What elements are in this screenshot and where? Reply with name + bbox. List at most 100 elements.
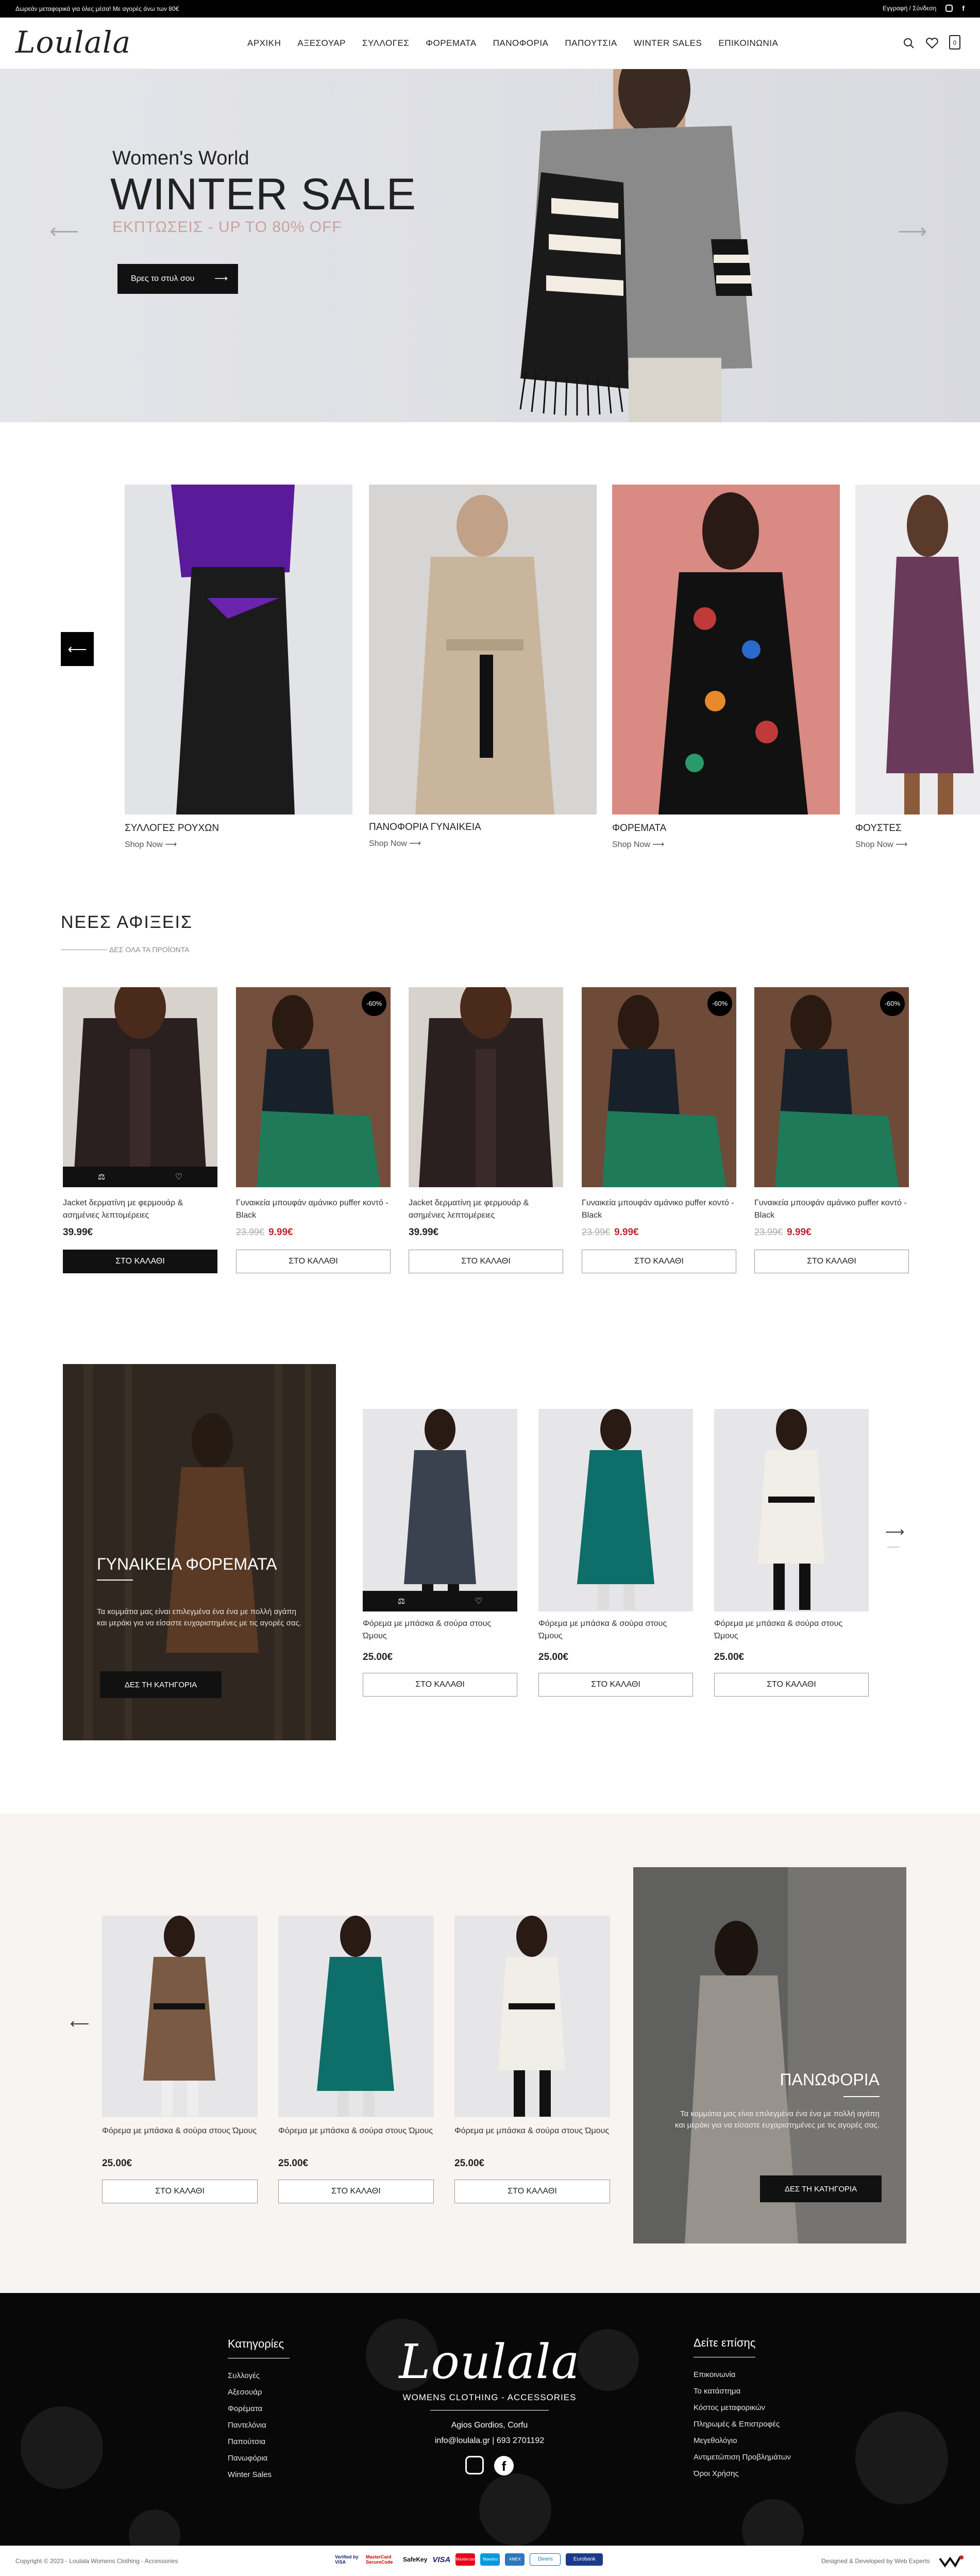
nav-shoes[interactable]: ΠΑΠΟΥΤΣΙΑ <box>565 38 617 48</box>
hero-cta-button[interactable]: Βρες το στυλ σου ⟶ <box>117 264 238 294</box>
dresses-next-arrow[interactable]: ⟶ <box>885 1524 904 1540</box>
add-to-cart-button[interactable]: ΣΤΟ ΚΑΛΑΘΙ <box>754 1250 909 1273</box>
instagram-icon[interactable] <box>945 5 953 12</box>
instagram-icon[interactable] <box>465 2456 484 2474</box>
nav-contact[interactable]: ΕΠΙΚΟΙΝΩΝΙΑ <box>718 38 778 48</box>
category-label-coats[interactable]: ΠΑΝΟΦΟΡΙΑ ΓΥΝΑΙΚΕΙΑ <box>369 822 481 833</box>
add-to-cart-button[interactable]: ΣΤΟ ΚΑΛΑΘΙ <box>102 2180 258 2203</box>
footer-link[interactable]: Φορέματα <box>228 2401 290 2417</box>
category-image-skirts[interactable] <box>855 485 980 815</box>
footer-link[interactable]: Αξεσουάρ <box>228 2384 290 2401</box>
nav-coats[interactable]: ΠΑΝΟΦΟΡΙΑ <box>493 38 549 48</box>
product-image[interactable] <box>538 1409 693 1611</box>
footer-link[interactable]: Κόστος μεταφορικών <box>694 2400 791 2416</box>
category-prev-arrow[interactable]: ⟵ <box>61 632 94 666</box>
coats-prev-arrow[interactable]: ⟵ <box>70 2016 89 2032</box>
category-image-collections[interactable] <box>125 485 352 815</box>
compare-icon[interactable]: ⚖ <box>63 1167 140 1187</box>
product-name[interactable]: Jacket δερματίνη με φερμουάρ & ασημένιες… <box>63 1197 217 1222</box>
footer-link[interactable]: Επικοινωνία <box>694 2367 791 2383</box>
product-price: 25.00€ <box>538 1652 569 1663</box>
nav-collections[interactable]: ΣΥΛΛΟΓΕΣ <box>362 38 409 48</box>
carousel-indicator <box>887 1547 900 1548</box>
see-all-products-link[interactable]: ΔΕΣ ΟΛΑ ΤΑ ΠΡΟΪΟΝΤΑ <box>109 945 189 954</box>
compare-icon[interactable]: ⚖ <box>363 1591 440 1611</box>
developer-logo-icon[interactable] <box>939 2553 965 2569</box>
category-image-coats[interactable] <box>369 485 597 815</box>
site-footer: Κατηγορίες Συλλογές Αξεσουάρ Φορέματα Πα… <box>0 2293 980 2576</box>
hero-prev-arrow[interactable]: ⟵ <box>49 220 79 243</box>
category-image-dresses[interactable] <box>612 485 840 815</box>
coats-promo-title: ΠΑΝΩΦΟΡΙΑ <box>780 2070 880 2089</box>
facebook-icon[interactable]: f <box>494 2456 514 2475</box>
view-category-button[interactable]: ΔΕΣ ΤΗ ΚΑΤΗΓΟΡΙΑ <box>760 2175 882 2202</box>
shop-now-link[interactable]: Shop Now ⟶ <box>125 839 177 850</box>
product-name[interactable]: Φόρεμα με μπάσκα & σούρα στους Ώμους <box>278 2125 434 2137</box>
footer-link[interactable]: Όροι Χρήσης <box>694 2466 791 2482</box>
category-label-skirts[interactable]: ΦΟΥΣΤΕΣ <box>855 823 902 834</box>
product-name[interactable]: Jacket δερματίνη με φερμουάρ & ασημένιες… <box>409 1197 563 1222</box>
product-name[interactable]: Φόρεμα με μπάσκα & σούρα στους Ώμους <box>538 1618 693 1642</box>
account-link[interactable]: Εγγραφή / Σύνδεση <box>883 5 936 12</box>
footer-link[interactable]: Μεγεθολόγιο <box>694 2433 791 2449</box>
footer-link[interactable]: Winter Sales <box>228 2467 290 2483</box>
product-image[interactable]: ⚖ ♡ <box>363 1409 517 1611</box>
footer-logo[interactable]: Loulala <box>361 2334 618 2389</box>
nav-dresses[interactable]: ΦΟΡΕΜΑΤΑ <box>426 38 476 48</box>
product-image[interactable]: ⚖ ♡ <box>63 987 217 1187</box>
footer-link[interactable]: Πληρωμές & Επιστροφές <box>694 2416 791 2433</box>
add-to-cart-button[interactable]: ΣΤΟ ΚΑΛΑΘΙ <box>582 1250 736 1273</box>
product-image[interactable]: -60% <box>582 987 736 1187</box>
shop-now-link[interactable]: Shop Now ⟶ <box>369 838 421 849</box>
product-image[interactable] <box>454 1916 610 2117</box>
heart-icon[interactable] <box>925 37 939 49</box>
product-price: 25.00€ <box>102 2158 132 2169</box>
product-image[interactable] <box>278 1916 434 2117</box>
cart-icon[interactable]: 0 <box>949 35 960 49</box>
product-name[interactable]: Φόρεμα με μπάσκα & σούρα στους Ώμους <box>102 2125 258 2137</box>
add-to-cart-button[interactable]: ΣΤΟ ΚΑΛΑΘΙ <box>363 1673 517 1697</box>
product-name[interactable]: Φόρεμα με μπάσκα & σούρα στους Ώμους <box>363 1618 517 1642</box>
site-logo[interactable]: Loulala <box>15 25 131 60</box>
category-label-dresses[interactable]: ΦΟΡΕΜΑΤΑ <box>612 823 666 834</box>
footer-link[interactable]: Πανωφόρια <box>228 2450 290 2467</box>
shop-now-link[interactable]: Shop Now ⟶ <box>855 839 907 850</box>
footer-link[interactable]: Το κατάστημα <box>694 2383 791 2400</box>
nav-accessories[interactable]: ΑΞΕΣΟΥΑΡ <box>297 38 346 48</box>
product-image[interactable]: -60% <box>754 987 909 1187</box>
developer-credit[interactable]: Designed & Developed by Web Experts <box>821 2557 930 2565</box>
add-to-cart-button[interactable]: ΣΤΟ ΚΑΛΑΘΙ <box>714 1673 869 1697</box>
add-to-cart-button[interactable]: ΣΤΟ ΚΑΛΑΘΙ <box>538 1673 693 1697</box>
product-name[interactable]: Φόρεμα με μπάσκα & σούρα στους Ώμους <box>714 1618 869 1642</box>
product-name[interactable]: Γυναικεία μπουφάν αμάνικο puffer κοντό -… <box>754 1197 909 1222</box>
product-image[interactable]: -60% <box>236 987 391 1187</box>
heart-icon[interactable]: ♡ <box>140 1167 217 1187</box>
shop-now-link[interactable]: Shop Now ⟶ <box>612 839 664 850</box>
add-to-cart-button[interactable]: ΣΤΟ ΚΑΛΑΘΙ <box>278 2180 434 2203</box>
product-image[interactable] <box>714 1409 869 1611</box>
heart-icon[interactable]: ♡ <box>440 1591 517 1611</box>
footer-link[interactable]: Παπούτσια <box>228 2434 290 2450</box>
arrow-right-icon: ⟶ <box>165 840 177 849</box>
add-to-cart-button[interactable]: ΣΤΟ ΚΑΛΑΘΙ <box>236 1250 391 1273</box>
product-image[interactable] <box>409 987 563 1187</box>
add-to-cart-button[interactable]: ΣΤΟ ΚΑΛΑΘΙ <box>409 1250 563 1273</box>
product-image[interactable] <box>102 1916 258 2117</box>
nav-winter-sales[interactable]: WINTER SALES <box>634 38 702 48</box>
footer-link[interactable]: Συλλογές <box>228 2368 290 2384</box>
search-icon[interactable] <box>903 37 915 49</box>
facebook-icon[interactable]: f <box>962 4 965 12</box>
product-name[interactable]: Γυναικεία μπουφάν αμάνικο puffer κοντό -… <box>236 1197 391 1222</box>
footer-link[interactable]: Παντελόνια <box>228 2417 290 2434</box>
product-name[interactable]: Γυναικεία μπουφάν αμάνικο puffer κοντό -… <box>582 1197 736 1222</box>
hero-next-arrow[interactable]: ⟶ <box>898 220 927 243</box>
add-to-cart-button[interactable]: ΣΤΟ ΚΑΛΑΘΙ <box>63 1250 217 1273</box>
product-name[interactable]: Φόρεμα με μπάσκα & σούρα στους Ώμους <box>454 2125 610 2137</box>
add-to-cart-button[interactable]: ΣΤΟ ΚΑΛΑΘΙ <box>454 2180 610 2203</box>
footer-link[interactable]: Αντιμετώπιση Προβλημάτων <box>694 2449 791 2466</box>
view-category-button[interactable]: ΔΕΣ ΤΗ ΚΑΤΗΓΟΡΙΑ <box>100 1671 222 1698</box>
footer-categories-column: Κατηγορίες Συλλογές Αξεσουάρ Φορέματα Πα… <box>228 2337 290 2483</box>
nav-home[interactable]: ΑΡΧΙΚΗ <box>247 38 281 48</box>
coats-promo-text: Τα κομμάτια μας είναι επιλεγμένα ένα ένα… <box>675 2109 880 2130</box>
category-label-collections[interactable]: ΣΥΛΛΟΓΕΣ ΡΟΥΧΩΝ <box>125 823 219 834</box>
